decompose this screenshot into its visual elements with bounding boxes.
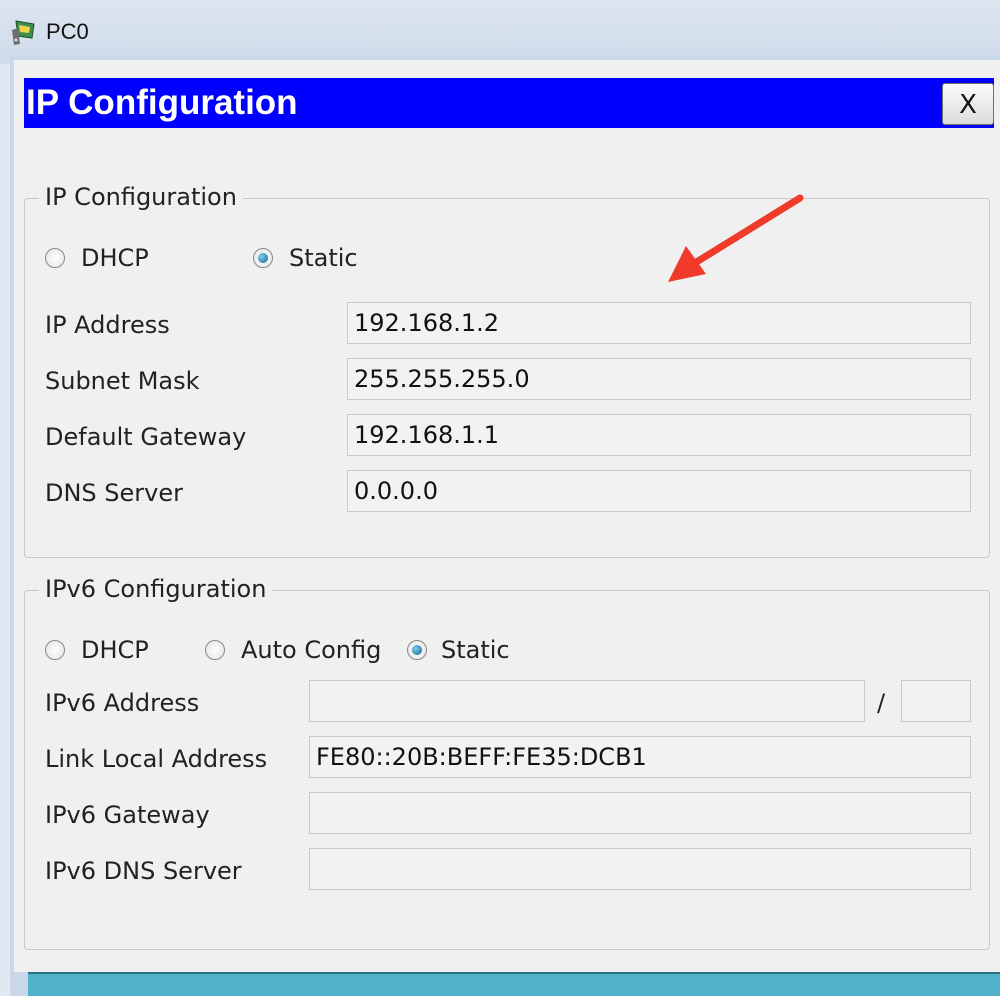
ipv6-config-group: IPv6 Configuration DHCP Auto Config Stat… <box>24 575 990 950</box>
radio-checked-icon <box>253 248 273 268</box>
ipv6-auto-config-label: Auto Config <box>241 636 382 664</box>
ipv4-dhcp-label: DHCP <box>81 244 149 272</box>
subnet-mask-input[interactable]: 255.255.255.0 <box>347 358 971 400</box>
ipv6-static-radio[interactable]: Static <box>407 636 510 664</box>
radio-checked-icon <box>407 640 427 660</box>
ipv6-dns-server-label: IPv6 DNS Server <box>45 857 242 885</box>
dns-server-label: DNS Server <box>45 479 183 507</box>
red-arrow-icon <box>668 194 804 282</box>
ipv6-dhcp-radio[interactable]: DHCP <box>45 636 149 664</box>
ipv6-prefix-input[interactable] <box>901 680 971 722</box>
dns-server-input[interactable]: 0.0.0.0 <box>347 470 971 512</box>
radio-unchecked-icon <box>205 640 225 660</box>
ipv4-config-group: IP Configuration DHCP Static IP Address … <box>24 183 990 558</box>
window-frame: IP Configuration X IP Configuration DHCP… <box>10 56 1000 996</box>
ipv6-auto-config-radio[interactable]: Auto Config <box>205 636 381 664</box>
ipv6-gateway-input[interactable] <box>309 792 971 834</box>
link-local-address-label: Link Local Address <box>45 745 268 773</box>
ipv6-dns-server-input[interactable] <box>309 848 971 890</box>
ipv4-dhcp-radio[interactable]: DHCP <box>45 244 149 272</box>
ipv4-static-radio[interactable]: Static <box>253 244 358 272</box>
window-titlebar: PC0 <box>0 0 1000 64</box>
dialog-header: IP Configuration X <box>24 78 994 128</box>
ip-address-input[interactable]: 192.168.1.2 <box>347 302 971 344</box>
ipv6-gateway-label: IPv6 Gateway <box>45 801 210 829</box>
close-button[interactable]: X <box>942 83 994 125</box>
default-gateway-input[interactable]: 192.168.1.1 <box>347 414 971 456</box>
ipv6-static-label: Static <box>441 636 510 664</box>
dialog-title: IP Configuration <box>26 83 298 122</box>
radio-unchecked-icon <box>45 248 65 268</box>
link-local-address-input[interactable]: FE80::20B:BEFF:FE35:DCB1 <box>309 736 971 778</box>
ipv4-static-label: Static <box>289 244 358 272</box>
ipv6-group-legend: IPv6 Configuration <box>39 575 273 603</box>
default-gateway-label: Default Gateway <box>45 423 247 451</box>
ipv4-group-legend: IP Configuration <box>39 183 243 211</box>
subnet-mask-label: Subnet Mask <box>45 367 200 395</box>
radio-unchecked-icon <box>45 640 65 660</box>
ipv6-address-input[interactable] <box>309 680 865 722</box>
ipv6-address-label: IPv6 Address <box>45 689 200 717</box>
ipv6-dhcp-label: DHCP <box>81 636 149 664</box>
prefix-separator: / <box>877 689 886 717</box>
pc-app-icon <box>12 20 35 45</box>
ip-address-label: IP Address <box>45 311 170 339</box>
window-title: PC0 <box>46 19 89 44</box>
window-content: IP Configuration X IP Configuration DHCP… <box>14 60 1000 972</box>
bottom-panel-strip <box>28 972 1000 996</box>
